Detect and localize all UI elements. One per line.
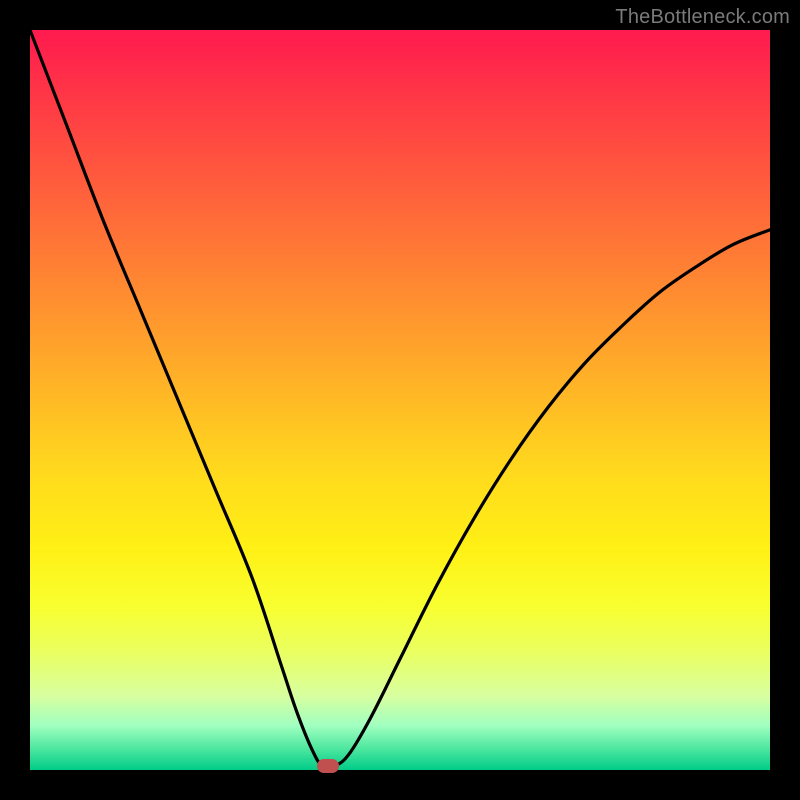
bottleneck-curve [30,30,770,770]
watermark-text: TheBottleneck.com [615,6,790,29]
plot-area [30,30,770,770]
chart-frame: TheBottleneck.com [0,0,800,800]
optimal-point-marker [317,759,339,773]
